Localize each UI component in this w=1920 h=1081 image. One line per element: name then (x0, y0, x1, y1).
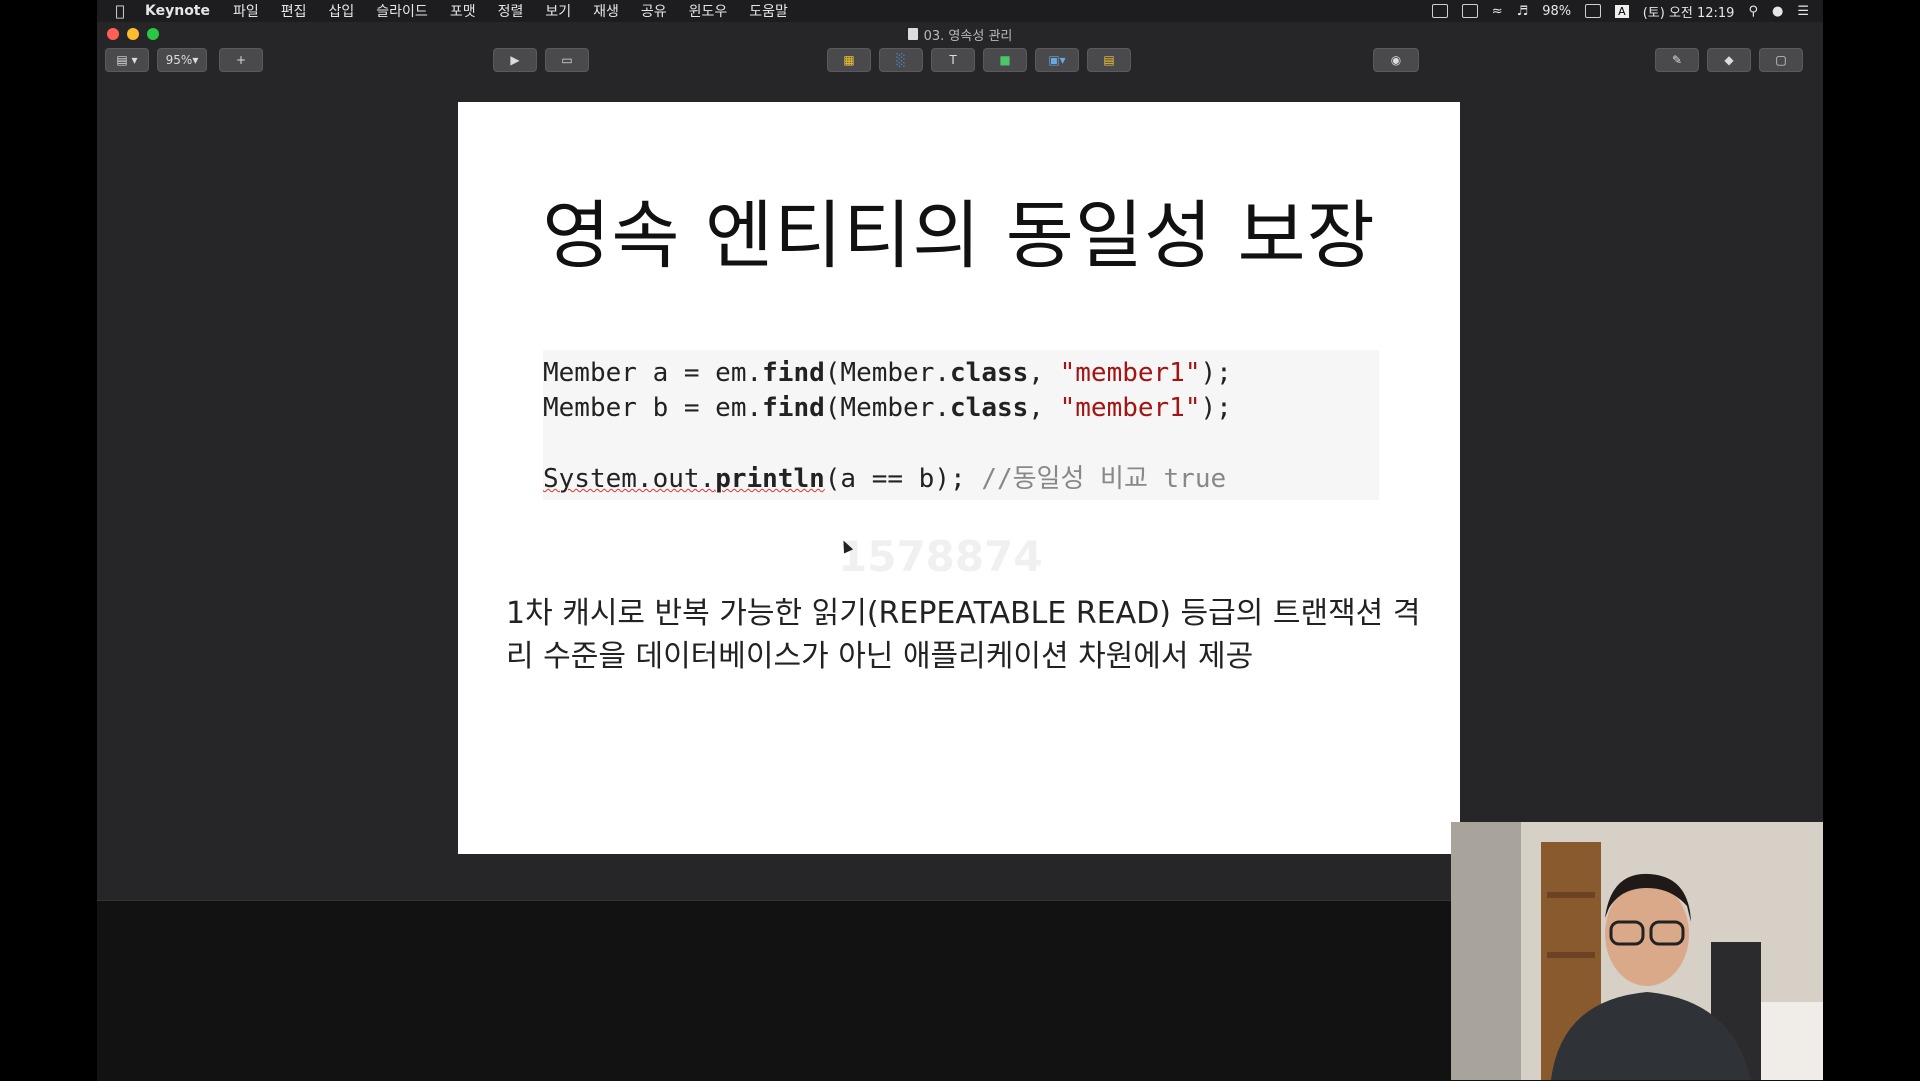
window-controls (107, 28, 159, 40)
table-icon: ▦ (843, 53, 855, 67)
notification-center-icon[interactable]: ☰ (1797, 4, 1809, 19)
presenter-video-image (1451, 822, 1823, 1080)
chevron-down-icon: ▾ (192, 53, 199, 67)
search-icon[interactable]: ⚲ (1748, 4, 1758, 19)
menu-file[interactable]: 파일 (233, 1, 259, 21)
code-keyword: class (950, 358, 1029, 388)
menu-insert[interactable]: 삽입 (329, 1, 355, 21)
code-string: "member1" (1059, 358, 1201, 388)
battery-icon[interactable] (1585, 4, 1602, 18)
view-menu-button[interactable]: ▤ ▾ (105, 48, 149, 72)
code-line-1: Member a = em.find(Member.class, "member… (543, 356, 1379, 391)
screen-icon: ▭ (561, 53, 573, 67)
play-button[interactable]: ▶ (493, 48, 537, 72)
code-text: (a == b); (824, 464, 982, 494)
apple-icon[interactable]:  (105, 2, 135, 20)
code-comment: //동일성 비교 true (981, 464, 1227, 494)
menu-window[interactable]: 윈도우 (689, 1, 728, 21)
document-button[interactable]: ▢ (1759, 48, 1803, 72)
minimize-button[interactable] (127, 28, 139, 40)
code-text: , (1028, 358, 1060, 388)
format-button[interactable]: ✎ (1655, 48, 1699, 72)
image-icon: ▣▾ (1048, 53, 1066, 67)
code-text: ); (1200, 358, 1232, 388)
format-icon: ✎ (1671, 53, 1683, 67)
comment-button[interactable]: ▤ (1087, 48, 1131, 72)
menu-format[interactable]: 포맷 (450, 1, 476, 21)
title-bar: 03. 영속성 관리 (97, 22, 1823, 46)
table-button[interactable]: ▦ (827, 48, 871, 72)
code-line-2: Member b = em.find(Member.class, "member… (543, 391, 1379, 426)
code-text: Member b = em. (543, 393, 763, 423)
menu-help[interactable]: 도움말 (749, 1, 788, 21)
plus-icon: + (235, 53, 247, 67)
code-text: (Member. (824, 393, 951, 423)
watermark: 1578874 (838, 532, 1043, 581)
code-method: println (715, 464, 825, 494)
document-icon (907, 28, 918, 40)
chart-icon: ░ (896, 53, 906, 67)
menu-bar:  Keynote 파일 편집 삽입 슬라이드 포맷 정렬 보기 재생 공유 윈… (97, 0, 1823, 22)
toolbar: ▤ ▾ 95% ▾ + ▶ ▭ ▦ ░ T ■ ▣▾ ▤ ◉ ✎ ◆ ▢ (97, 48, 1823, 78)
comment-icon: ▤ (1103, 53, 1115, 67)
slide[interactable]: 영속 엔티티의 동일성 보장 Member a = em.find(Member… (458, 102, 1460, 854)
code-method: find (762, 393, 825, 423)
code-string: "member1" (1059, 393, 1201, 423)
collaborate-button[interactable]: ◉ (1373, 48, 1419, 72)
menu-arrange[interactable]: 정렬 (498, 1, 524, 21)
code-text: System.out. (543, 464, 716, 494)
camera-icon[interactable] (1461, 4, 1478, 18)
menu-share[interactable]: 공유 (641, 1, 667, 21)
chart-button[interactable]: ░ (879, 48, 923, 72)
animate-button[interactable]: ◆ (1707, 48, 1751, 72)
sidebar-icon: ▤ ▾ (116, 53, 138, 67)
webcam-overlay (1451, 822, 1823, 1080)
add-slide-button[interactable]: + (219, 48, 263, 72)
window-title: 03. 영속성 관리 (923, 28, 1013, 44)
text-button[interactable]: T (931, 48, 975, 72)
fullscreen-button[interactable] (147, 28, 159, 40)
menu-view[interactable]: 보기 (545, 1, 571, 21)
code-text: , (1028, 393, 1060, 423)
menu-edit[interactable]: 편집 (281, 1, 307, 21)
animate-icon: ◆ (1724, 53, 1734, 67)
zoom-select[interactable]: 95% ▾ (157, 48, 207, 72)
media-button[interactable]: ▣▾ (1035, 48, 1079, 72)
menubar-clock[interactable]: (토) 오전 12:19 (1643, 2, 1735, 21)
battery-percent: 98% (1542, 3, 1572, 19)
note-icon[interactable] (1431, 4, 1448, 18)
play-icon: ▶ (510, 53, 520, 67)
shape-button[interactable]: ■ (983, 48, 1027, 72)
code-block[interactable]: Member a = em.find(Member.class, "member… (543, 350, 1379, 500)
code-line-3: System.out.println(a == b); //동일성 비교 tru… (543, 462, 1379, 497)
code-method: find (762, 358, 825, 388)
siri-icon[interactable]: ● (1772, 4, 1783, 19)
input-source-icon[interactable]: A (1615, 4, 1629, 18)
app-menu[interactable]: Keynote (145, 3, 210, 19)
code-text: Member a = em. (543, 358, 763, 388)
volume-icon[interactable]: ♬ (1517, 4, 1529, 19)
keynote-live-button[interactable]: ▭ (545, 48, 589, 72)
slide-title[interactable]: 영속 엔티티의 동일성 보장 (458, 176, 1460, 283)
menu-play[interactable]: 재생 (593, 1, 619, 21)
status-area: ≈ ♬ 98% A (토) 오전 12:19 ⚲ ● ☰ (1431, 2, 1823, 21)
code-text: (Member. (824, 358, 951, 388)
shape-icon: ■ (999, 53, 1011, 67)
slide-description[interactable]: 1차 캐시로 반복 가능한 읽기(REPEATABLE READ) 등급의 트랜… (506, 592, 1426, 678)
document-panel-icon: ▢ (1775, 53, 1787, 67)
menu-slide[interactable]: 슬라이드 (376, 1, 428, 21)
code-keyword: class (950, 393, 1029, 423)
code-text: ); (1200, 393, 1232, 423)
close-button[interactable] (107, 28, 119, 40)
wifi-icon[interactable]: ≈ (1492, 4, 1503, 19)
text-icon: T (949, 53, 957, 67)
collaborate-icon: ◉ (1390, 53, 1402, 67)
zoom-value: 95% (165, 53, 193, 67)
